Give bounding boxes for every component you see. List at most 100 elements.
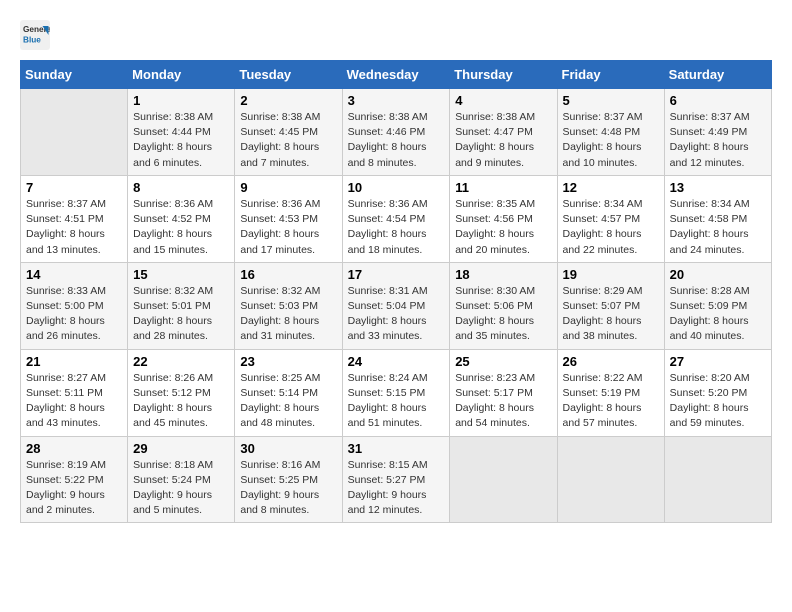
day-number: 5 (563, 93, 659, 108)
day-number: 17 (348, 267, 445, 282)
day-number: 15 (133, 267, 229, 282)
calendar-cell: 23Sunrise: 8:25 AM Sunset: 5:14 PM Dayli… (235, 349, 342, 436)
day-info: Sunrise: 8:36 AM Sunset: 4:53 PM Dayligh… (240, 198, 320, 256)
calendar-cell: 22Sunrise: 8:26 AM Sunset: 5:12 PM Dayli… (128, 349, 235, 436)
calendar-cell: 1Sunrise: 8:38 AM Sunset: 4:44 PM Daylig… (128, 89, 235, 176)
calendar-cell: 18 Sunrise: 8:30 AM Sunset: 5:06 PM Dayli… (450, 262, 557, 349)
calendar-cell: 27Sunrise: 8:20 AM Sunset: 5:20 PM Dayli… (664, 349, 771, 436)
day-info: Sunrise: 8:32 AM Sunset: 5:01 PM Dayligh… (133, 285, 213, 343)
logo-icon: General Blue (20, 20, 50, 50)
calendar-cell: 10 Sunrise: 8:36 AM Sunset: 4:54 PM Dayli… (342, 175, 450, 262)
day-info: Sunrise: 8:38 AM Sunset: 4:47 PM Dayligh… (455, 111, 535, 169)
day-info: Sunrise: 8:15 AM Sunset: 5:27 PM Dayligh… (348, 459, 428, 517)
day-number: 12 (563, 180, 659, 195)
calendar-week-row: 21 Sunrise: 8:27 AM Sunset: 5:11 PM Dayli… (21, 349, 772, 436)
day-info: Sunrise: 8:29 AM Sunset: 5:07 PM Dayligh… (563, 285, 643, 343)
calendar-cell: 4 Sunrise: 8:38 AM Sunset: 4:47 PM Daylig… (450, 89, 557, 176)
day-info: Sunrise: 8:34 AM Sunset: 4:58 PM Dayligh… (670, 198, 750, 256)
calendar-cell: 7 Sunrise: 8:37 AM Sunset: 4:51 PM Daylig… (21, 175, 128, 262)
calendar-cell: 21 Sunrise: 8:27 AM Sunset: 5:11 PM Dayli… (21, 349, 128, 436)
day-number: 28 (26, 441, 122, 456)
calendar-cell: 14 Sunrise: 8:33 AM Sunset: 5:00 PM Dayli… (21, 262, 128, 349)
day-info: Sunrise: 8:30 AM Sunset: 5:06 PM Dayligh… (455, 285, 535, 343)
calendar-cell: 12 Sunrise: 8:34 AM Sunset: 4:57 PM Dayli… (557, 175, 664, 262)
day-info: Sunrise: 8:35 AM Sunset: 4:56 PM Dayligh… (455, 198, 535, 256)
day-number: 4 (455, 93, 551, 108)
day-info: Sunrise: 8:36 AM Sunset: 4:52 PM Dayligh… (133, 198, 213, 256)
weekday-header-cell: Monday (128, 61, 235, 89)
calendar-cell: 16 Sunrise: 8:32 AM Sunset: 5:03 PM Dayli… (235, 262, 342, 349)
calendar-cell: 24 Sunrise: 8:24 AM Sunset: 5:15 PM Dayli… (342, 349, 450, 436)
day-number: 10 (348, 180, 445, 195)
day-info: Sunrise: 8:34 AM Sunset: 4:57 PM Dayligh… (563, 198, 643, 256)
calendar-week-row: 1Sunrise: 8:38 AM Sunset: 4:44 PM Daylig… (21, 89, 772, 176)
day-info: Sunrise: 8:38 AM Sunset: 4:44 PM Dayligh… (133, 111, 213, 169)
day-info: Sunrise: 8:23 AM Sunset: 5:17 PM Dayligh… (455, 372, 535, 430)
calendar-cell (557, 436, 664, 523)
calendar-cell: 2 Sunrise: 8:38 AM Sunset: 4:45 PM Daylig… (235, 89, 342, 176)
calendar-cell (21, 89, 128, 176)
calendar-cell (664, 436, 771, 523)
day-number: 3 (348, 93, 445, 108)
calendar-cell: 30 Sunrise: 8:16 AM Sunset: 5:25 PM Dayli… (235, 436, 342, 523)
weekday-header-cell: Saturday (664, 61, 771, 89)
calendar-cell: 28 Sunrise: 8:19 AM Sunset: 5:22 PM Dayli… (21, 436, 128, 523)
day-info: Sunrise: 8:22 AM Sunset: 5:19 PM Dayligh… (563, 372, 643, 430)
day-info: Sunrise: 8:37 AM Sunset: 4:49 PM Dayligh… (670, 111, 750, 169)
logo: General Blue (20, 20, 54, 50)
day-number: 30 (240, 441, 336, 456)
svg-text:Blue: Blue (23, 36, 41, 45)
day-info: Sunrise: 8:38 AM Sunset: 4:46 PM Dayligh… (348, 111, 428, 169)
calendar-cell: 11 Sunrise: 8:35 AM Sunset: 4:56 PM Dayli… (450, 175, 557, 262)
calendar-week-row: 14 Sunrise: 8:33 AM Sunset: 5:00 PM Dayli… (21, 262, 772, 349)
day-number: 21 (26, 354, 122, 369)
day-info: Sunrise: 8:20 AM Sunset: 5:20 PM Dayligh… (670, 372, 750, 430)
weekday-header-cell: Friday (557, 61, 664, 89)
day-info: Sunrise: 8:36 AM Sunset: 4:54 PM Dayligh… (348, 198, 428, 256)
calendar-cell: 19 Sunrise: 8:29 AM Sunset: 5:07 PM Dayli… (557, 262, 664, 349)
day-number: 26 (563, 354, 659, 369)
calendar-cell: 26 Sunrise: 8:22 AM Sunset: 5:19 PM Dayli… (557, 349, 664, 436)
calendar-cell (450, 436, 557, 523)
calendar-cell: 25 Sunrise: 8:23 AM Sunset: 5:17 PM Dayli… (450, 349, 557, 436)
calendar-cell: 6Sunrise: 8:37 AM Sunset: 4:49 PM Daylig… (664, 89, 771, 176)
weekday-header-row: SundayMondayTuesdayWednesdayThursdayFrid… (21, 61, 772, 89)
calendar-cell: 13Sunrise: 8:34 AM Sunset: 4:58 PM Dayli… (664, 175, 771, 262)
calendar-cell: 8 Sunrise: 8:36 AM Sunset: 4:52 PM Daylig… (128, 175, 235, 262)
day-number: 31 (348, 441, 445, 456)
calendar-cell: 3 Sunrise: 8:38 AM Sunset: 4:46 PM Daylig… (342, 89, 450, 176)
weekday-header-cell: Tuesday (235, 61, 342, 89)
day-info: Sunrise: 8:26 AM Sunset: 5:12 PM Dayligh… (133, 372, 213, 430)
day-info: Sunrise: 8:37 AM Sunset: 4:51 PM Dayligh… (26, 198, 106, 256)
day-info: Sunrise: 8:24 AM Sunset: 5:15 PM Dayligh… (348, 372, 428, 430)
calendar-cell: 5 Sunrise: 8:37 AM Sunset: 4:48 PM Daylig… (557, 89, 664, 176)
day-info: Sunrise: 8:16 AM Sunset: 5:25 PM Dayligh… (240, 459, 320, 517)
day-number: 18 (455, 267, 551, 282)
calendar-cell: 15 Sunrise: 8:32 AM Sunset: 5:01 PM Dayli… (128, 262, 235, 349)
day-number: 7 (26, 180, 122, 195)
day-number: 16 (240, 267, 336, 282)
day-number: 2 (240, 93, 336, 108)
day-number: 8 (133, 180, 229, 195)
day-info: Sunrise: 8:33 AM Sunset: 5:00 PM Dayligh… (26, 285, 106, 343)
calendar-week-row: 28 Sunrise: 8:19 AM Sunset: 5:22 PM Dayli… (21, 436, 772, 523)
calendar-cell: 17 Sunrise: 8:31 AM Sunset: 5:04 PM Dayli… (342, 262, 450, 349)
calendar-cell: 29Sunrise: 8:18 AM Sunset: 5:24 PM Dayli… (128, 436, 235, 523)
weekday-header-cell: Wednesday (342, 61, 450, 89)
calendar-week-row: 7 Sunrise: 8:37 AM Sunset: 4:51 PM Daylig… (21, 175, 772, 262)
day-number: 19 (563, 267, 659, 282)
day-number: 14 (26, 267, 122, 282)
day-info: Sunrise: 8:32 AM Sunset: 5:03 PM Dayligh… (240, 285, 320, 343)
day-info: Sunrise: 8:37 AM Sunset: 4:48 PM Dayligh… (563, 111, 643, 169)
day-info: Sunrise: 8:38 AM Sunset: 4:45 PM Dayligh… (240, 111, 320, 169)
day-number: 24 (348, 354, 445, 369)
day-number: 29 (133, 441, 229, 456)
day-number: 11 (455, 180, 551, 195)
day-info: Sunrise: 8:27 AM Sunset: 5:11 PM Dayligh… (26, 372, 106, 430)
weekday-header-cell: Sunday (21, 61, 128, 89)
calendar-cell: 9 Sunrise: 8:36 AM Sunset: 4:53 PM Daylig… (235, 175, 342, 262)
day-info: Sunrise: 8:31 AM Sunset: 5:04 PM Dayligh… (348, 285, 428, 343)
day-info: Sunrise: 8:19 AM Sunset: 5:22 PM Dayligh… (26, 459, 106, 517)
day-number: 9 (240, 180, 336, 195)
day-number: 25 (455, 354, 551, 369)
